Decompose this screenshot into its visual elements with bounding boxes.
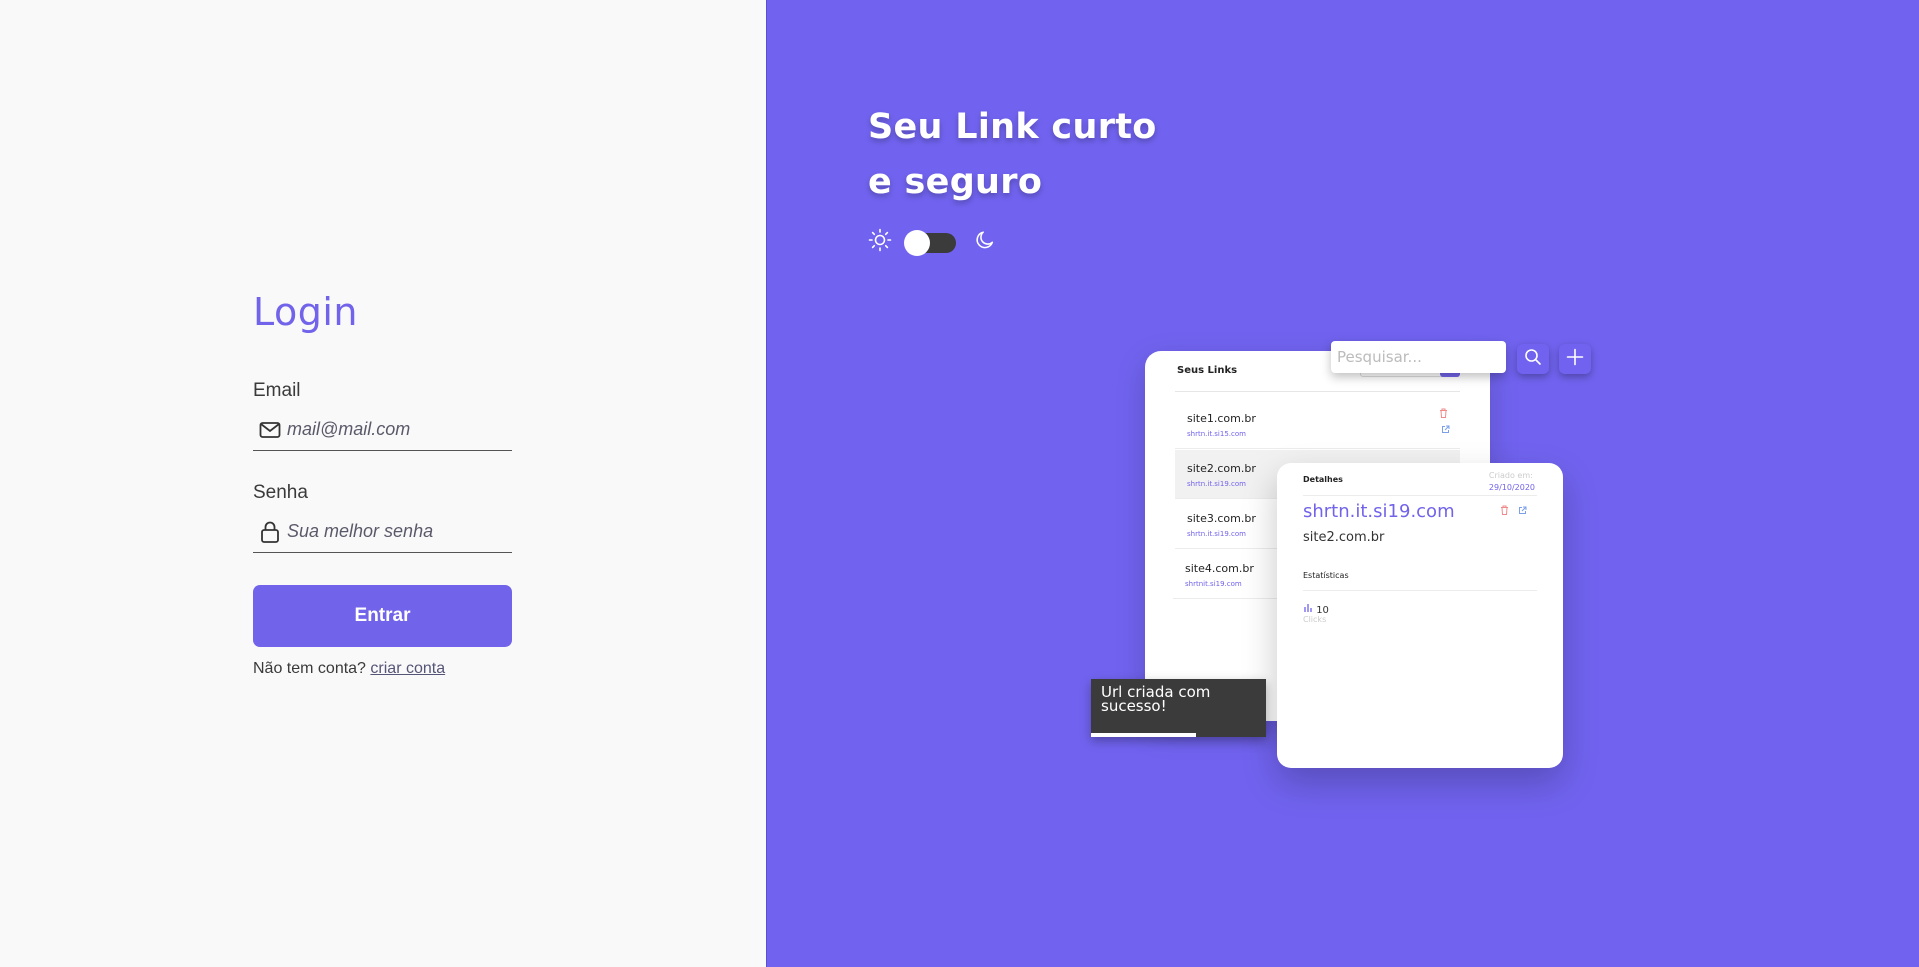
email-input[interactable] — [287, 419, 497, 440]
add-link-button[interactable] — [1559, 344, 1591, 374]
login-submit-button[interactable]: Entrar — [253, 585, 512, 647]
details-original-url: site2.com.br — [1303, 530, 1385, 545]
hero-headline: Seu Link curto e seguro — [868, 100, 1157, 210]
link-short: shrtn.it.si19.com — [1187, 480, 1246, 488]
sun-icon — [868, 228, 892, 257]
divider — [1303, 590, 1537, 591]
created-label: Criado em: — [1488, 471, 1533, 480]
link-short: shrtnit.si19.com — [1185, 580, 1242, 588]
theme-toggle[interactable] — [904, 229, 956, 256]
external-link-icon — [1441, 425, 1450, 436]
login-title: Login — [253, 290, 359, 334]
link-domain: site1.com.br — [1187, 412, 1256, 425]
theme-toggle-knob — [904, 229, 930, 256]
link-domain: site3.com.br — [1187, 512, 1256, 525]
lock-icon — [259, 521, 281, 543]
link-domain: site4.com.br — [1185, 562, 1254, 575]
links-card-title: Seus Links — [1177, 365, 1238, 376]
search-input[interactable] — [1337, 348, 1497, 366]
create-account-link[interactable]: criar conta — [370, 660, 445, 677]
clicks-label: Clicks — [1303, 615, 1327, 624]
toast-notification: Url criada com sucesso! — [1091, 679, 1266, 737]
trash-icon — [1439, 408, 1448, 420]
link-row: site1.com.br shrtn.it.si15.com — [1175, 400, 1460, 449]
stats-label: Estatísticas — [1303, 571, 1349, 580]
divider — [1175, 391, 1460, 392]
password-field-wrapper — [253, 511, 512, 553]
moon-icon — [974, 229, 996, 256]
external-link-icon — [1518, 506, 1527, 517]
email-field-wrapper — [253, 409, 512, 451]
divider — [1303, 495, 1537, 496]
mail-icon — [259, 419, 281, 441]
no-account-text: Não tem conta? criar conta — [253, 660, 445, 678]
headline-line-2: e seguro — [868, 162, 1043, 202]
search-box — [1331, 341, 1506, 373]
toast-progress-bar — [1091, 733, 1196, 737]
login-panel: Login Email Senha Entrar Não tem conta? … — [0, 0, 766, 967]
details-actions — [1500, 505, 1527, 517]
toast-message: Url criada com sucesso! — [1101, 683, 1211, 715]
trash-icon — [1500, 505, 1509, 517]
created-info: Criado em: 29/10/2020 — [1489, 470, 1535, 494]
search-icon — [1524, 348, 1542, 371]
link-domain: site2.com.br — [1187, 462, 1256, 475]
search-button[interactable] — [1517, 344, 1549, 374]
created-date: 29/10/2020 — [1488, 483, 1535, 492]
password-input[interactable] — [287, 521, 497, 542]
password-label: Senha — [253, 482, 308, 503]
details-card-preview: Detalhes Criado em: 29/10/2020 shrtn.it.… — [1277, 463, 1563, 768]
link-short: shrtn.it.si15.com — [1187, 430, 1246, 438]
details-title: Detalhes — [1303, 475, 1343, 484]
hero-panel: Seu Link curto e seguro Seus Links site1… — [766, 0, 1919, 967]
theme-switcher — [868, 228, 996, 257]
link-short: shrtn.it.si19.com — [1187, 530, 1246, 538]
no-account-label: Não tem conta? — [253, 660, 366, 677]
plus-icon — [1566, 348, 1584, 371]
email-label: Email — [253, 380, 301, 401]
details-short-url: shrtn.it.si19.com — [1303, 501, 1455, 522]
headline-line-1: Seu Link curto — [868, 107, 1157, 147]
